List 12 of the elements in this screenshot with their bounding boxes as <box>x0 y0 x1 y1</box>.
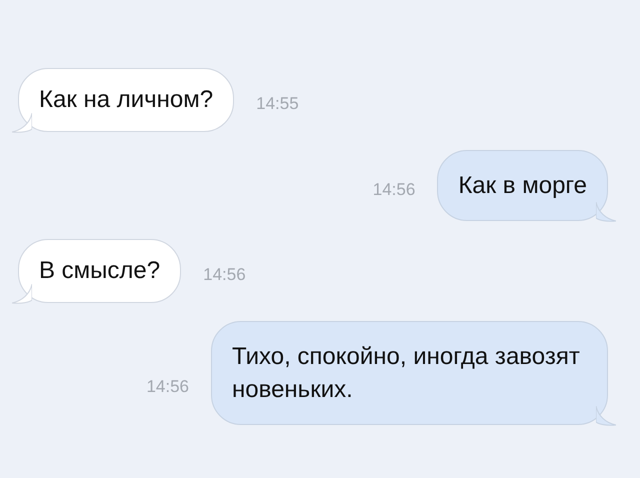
message-time: 14:56 <box>372 180 416 200</box>
message-time: 14:56 <box>203 265 246 285</box>
message-bubble: В смысле? <box>18 239 182 303</box>
bubble-tail <box>12 284 32 304</box>
bubble-tail <box>12 113 32 133</box>
bubble-tail <box>596 406 616 426</box>
bubble-tail <box>596 202 616 222</box>
message-bubble: Как на личном? <box>18 68 234 132</box>
message-time: 14:55 <box>256 94 299 114</box>
message-bubble: Как в морге <box>437 150 608 221</box>
message-time: 14:56 <box>146 377 189 397</box>
message-bubble: Тихо, спокойно, иногда завозят новеньких. <box>211 321 608 425</box>
